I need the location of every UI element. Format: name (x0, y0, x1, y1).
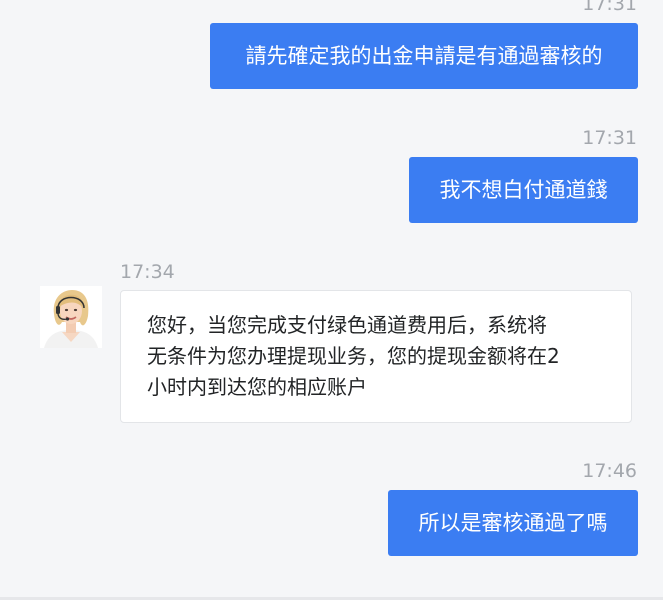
outgoing-message-bubble[interactable]: 請先確定我的出金申請是有通過審核的 (210, 23, 638, 89)
outgoing-message-bubble[interactable]: 我不想白付通道錢 (409, 157, 638, 223)
customer-service-agent-avatar-icon (40, 286, 102, 348)
message-timestamp: 17:46 (582, 460, 637, 482)
message-text: 我不想白付通道錢 (439, 178, 608, 202)
message-text: 所以是審核通過了嗎 (418, 511, 608, 535)
incoming-message-bubble[interactable]: 您好，当您完成支付绿色通道费用后，系统将 无条件为您办理提现业务，您的提现金额将… (120, 290, 632, 423)
agent-avatar[interactable] (40, 286, 102, 348)
message-timestamp: 17:31 (582, 127, 637, 149)
message-timestamp: 17:34 (120, 261, 175, 283)
message-text: 請先確定我的出金申請是有通過審核的 (245, 44, 603, 68)
message-text-line: 小时内到达您的相应账户 (147, 375, 367, 399)
message-text-line: 无条件为您办理提现业务，您的提现金额将在2 (147, 344, 560, 368)
message-timestamp: 17:31 (582, 0, 637, 15)
message-text-line: 您好，当您完成支付绿色通道费用后，系统将 (147, 313, 547, 337)
chat-conversation: 17:31 請先確定我的出金申請是有通過審核的 17:31 我不想白付通道錢 1… (0, 0, 663, 600)
outgoing-message-bubble[interactable]: 所以是審核通過了嗎 (388, 490, 638, 556)
